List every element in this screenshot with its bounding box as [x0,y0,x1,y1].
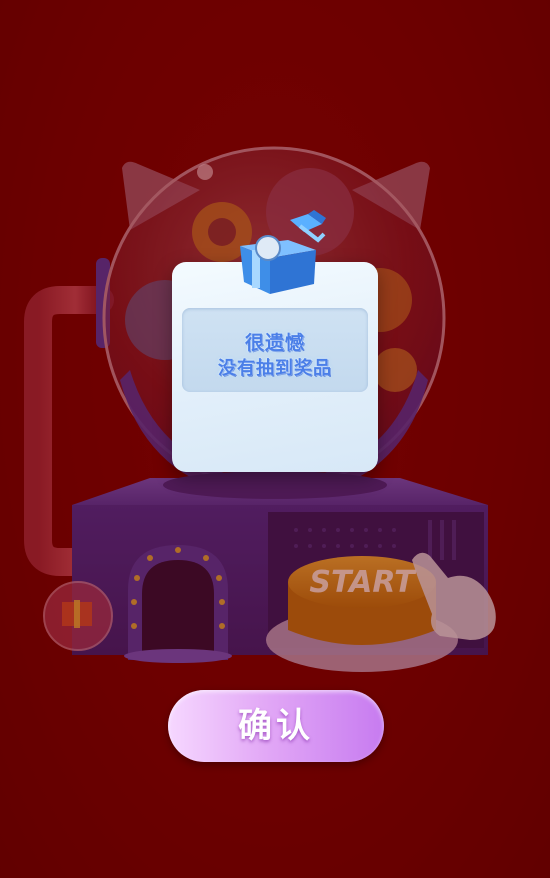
gift-box-icon [240,210,326,294]
capsule [373,348,417,392]
confirm-button[interactable]: 确认 [168,690,384,762]
dialog-message: 没有抽到奖品 [218,358,332,379]
confirm-button-label: 确认 [238,707,314,745]
start-button-label: START [309,565,417,600]
dialog-title: 很遗憾 [244,332,305,354]
